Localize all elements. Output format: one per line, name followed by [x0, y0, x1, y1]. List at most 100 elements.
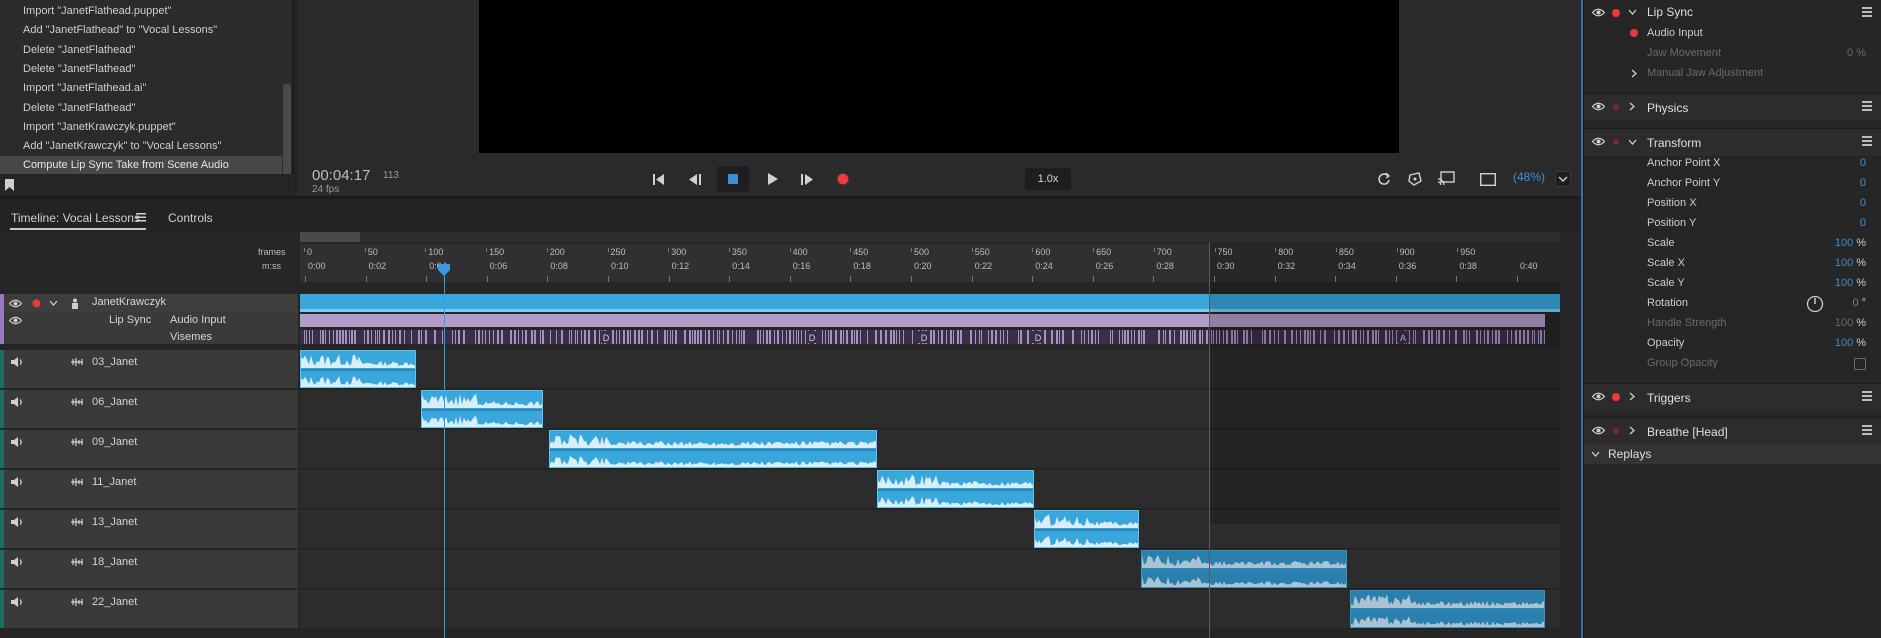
- waveform-icon[interactable]: [70, 557, 84, 567]
- property-value[interactable]: 100%: [1835, 317, 1866, 329]
- audio-track-lane[interactable]: [300, 590, 1560, 629]
- property-value[interactable]: 0: [1860, 197, 1866, 209]
- history-item[interactable]: Delete "JanetFlathead": [0, 41, 282, 60]
- loop-icon[interactable]: [1377, 172, 1391, 186]
- history-item[interactable]: Import "JanetFlathead.ai": [0, 79, 282, 98]
- speaker-icon[interactable]: [10, 556, 24, 568]
- audio-track-header[interactable]: 09_Janet: [0, 430, 298, 469]
- eye-icon[interactable]: [9, 316, 22, 325]
- transform-row[interactable]: Handle Strength 100%: [1584, 314, 1881, 334]
- playhead-line[interactable]: [444, 264, 445, 638]
- transform-row[interactable]: Position Y 0: [1584, 214, 1881, 234]
- transform-row[interactable]: Anchor Point X 0: [1584, 154, 1881, 174]
- audio-track-lane[interactable]: [300, 390, 1560, 429]
- value-text[interactable]: 100: [1835, 277, 1853, 289]
- audio-track-header[interactable]: 03_Janet: [0, 350, 298, 389]
- waveform-icon[interactable]: [70, 477, 84, 487]
- transform-row[interactable]: Opacity 100%: [1584, 334, 1881, 354]
- breathe-section-header[interactable]: Breathe [Head]: [1584, 417, 1881, 445]
- triggers-section-header[interactable]: Triggers: [1584, 383, 1881, 411]
- transform-row[interactable]: Anchor Point Y 0: [1584, 174, 1881, 194]
- hamburger-icon[interactable]: [1862, 7, 1872, 19]
- record-arm-icon[interactable]: [1612, 393, 1620, 401]
- cast-icon[interactable]: [1437, 171, 1455, 186]
- audio-track-lane[interactable]: [300, 470, 1560, 509]
- transform-row[interactable]: Rotation 0 °: [1584, 294, 1881, 314]
- chevron-right-icon[interactable]: [1629, 426, 1636, 435]
- eye-icon[interactable]: [1592, 392, 1605, 401]
- chevron-right-icon[interactable]: [1631, 69, 1638, 78]
- property-value[interactable]: 100%: [1835, 337, 1866, 349]
- audio-clip[interactable]: [1141, 550, 1347, 588]
- record-arm-icon[interactable]: [1612, 9, 1620, 17]
- transform-row[interactable]: Scale 100%: [1584, 234, 1881, 254]
- rotation-dial-icon[interactable]: [1806, 295, 1824, 313]
- waveform-icon[interactable]: [70, 397, 84, 407]
- speaker-icon[interactable]: [10, 516, 24, 528]
- audio-track-lane[interactable]: [300, 550, 1560, 589]
- menu-icon[interactable]: [136, 213, 146, 222]
- scene-canvas[interactable]: [479, 0, 1399, 153]
- hamburger-icon[interactable]: [1862, 391, 1872, 403]
- transform-row[interactable]: Position X 0: [1584, 194, 1881, 214]
- audio-track-header[interactable]: 13_Janet: [0, 510, 298, 549]
- record-arm-icon[interactable]: [1613, 104, 1619, 110]
- value-text[interactable]: 100: [1835, 237, 1853, 249]
- playback-speed[interactable]: 1.0x: [1025, 168, 1071, 190]
- group-opacity-checkbox[interactable]: [1854, 358, 1866, 370]
- audio-clip[interactable]: [421, 390, 543, 428]
- physics-section-header[interactable]: Physics: [1584, 93, 1881, 121]
- property-value[interactable]: 0 °: [1852, 297, 1866, 309]
- visemes-lane[interactable]: DDDDA: [300, 330, 1545, 344]
- chevron-down-icon[interactable]: [49, 300, 58, 307]
- puppet-icon[interactable]: [1407, 171, 1423, 187]
- audio-clip[interactable]: [1034, 510, 1139, 548]
- audio-track-header[interactable]: 22_Janet: [0, 590, 298, 629]
- property-value[interactable]: 0: [1860, 177, 1866, 189]
- value-text[interactable]: 0: [1860, 157, 1866, 169]
- property-value[interactable]: 100%: [1835, 237, 1866, 249]
- go-to-start-button[interactable]: [643, 166, 675, 192]
- properties-scrollbar[interactable]: [1581, 0, 1583, 638]
- value-text[interactable]: 0: [1860, 217, 1866, 229]
- chevron-right-icon[interactable]: [1629, 102, 1636, 111]
- step-back-button[interactable]: [679, 166, 711, 192]
- audio-track-header[interactable]: 18_Janet: [0, 550, 298, 589]
- hamburger-icon[interactable]: [1862, 136, 1872, 148]
- speaker-icon[interactable]: [10, 596, 24, 608]
- hamburger-icon[interactable]: [1862, 101, 1872, 113]
- audio-clip[interactable]: [549, 430, 877, 468]
- transform-row[interactable]: Scale X 100%: [1584, 254, 1881, 274]
- frame-icon[interactable]: [1480, 173, 1496, 186]
- audio-track-lane[interactable]: [300, 350, 1560, 389]
- speaker-icon[interactable]: [10, 396, 24, 408]
- audio-track-header[interactable]: 11_Janet: [0, 470, 298, 509]
- puppet-track-header[interactable]: JanetKrawczyk: [0, 294, 298, 312]
- eye-icon[interactable]: [1592, 426, 1605, 435]
- value-text[interactable]: 100: [1835, 257, 1853, 269]
- history-item[interactable]: Delete "JanetFlathead": [0, 60, 282, 79]
- timeline-scrollbar[interactable]: [300, 232, 1560, 242]
- history-item[interactable]: Delete "JanetFlathead": [0, 99, 282, 118]
- hamburger-icon[interactable]: [1862, 425, 1872, 437]
- transform-section-header[interactable]: Transform: [1584, 128, 1881, 156]
- eye-icon[interactable]: [1592, 137, 1605, 146]
- play-button[interactable]: [757, 166, 789, 192]
- bookmark-icon[interactable]: [4, 178, 16, 192]
- step-forward-button[interactable]: [791, 166, 823, 192]
- chevron-down-icon[interactable]: [1591, 451, 1600, 458]
- record-arm-icon[interactable]: [1630, 29, 1638, 37]
- audio-clip[interactable]: [300, 350, 416, 388]
- record-arm-icon[interactable]: [1613, 139, 1619, 145]
- history-scrollbar[interactable]: [283, 84, 291, 176]
- eye-icon[interactable]: [9, 299, 22, 308]
- property-value[interactable]: 0: [1860, 217, 1866, 229]
- waveform-icon[interactable]: [70, 517, 84, 527]
- eye-icon[interactable]: [1592, 8, 1605, 17]
- chevron-right-icon[interactable]: [1629, 392, 1636, 401]
- audio-input-row[interactable]: Audio Input: [1584, 24, 1881, 44]
- waveform-icon[interactable]: [70, 597, 84, 607]
- transform-row[interactable]: Group Opacity: [1584, 354, 1881, 374]
- lipsync-bar[interactable]: [300, 314, 1545, 327]
- property-value[interactable]: 0: [1860, 157, 1866, 169]
